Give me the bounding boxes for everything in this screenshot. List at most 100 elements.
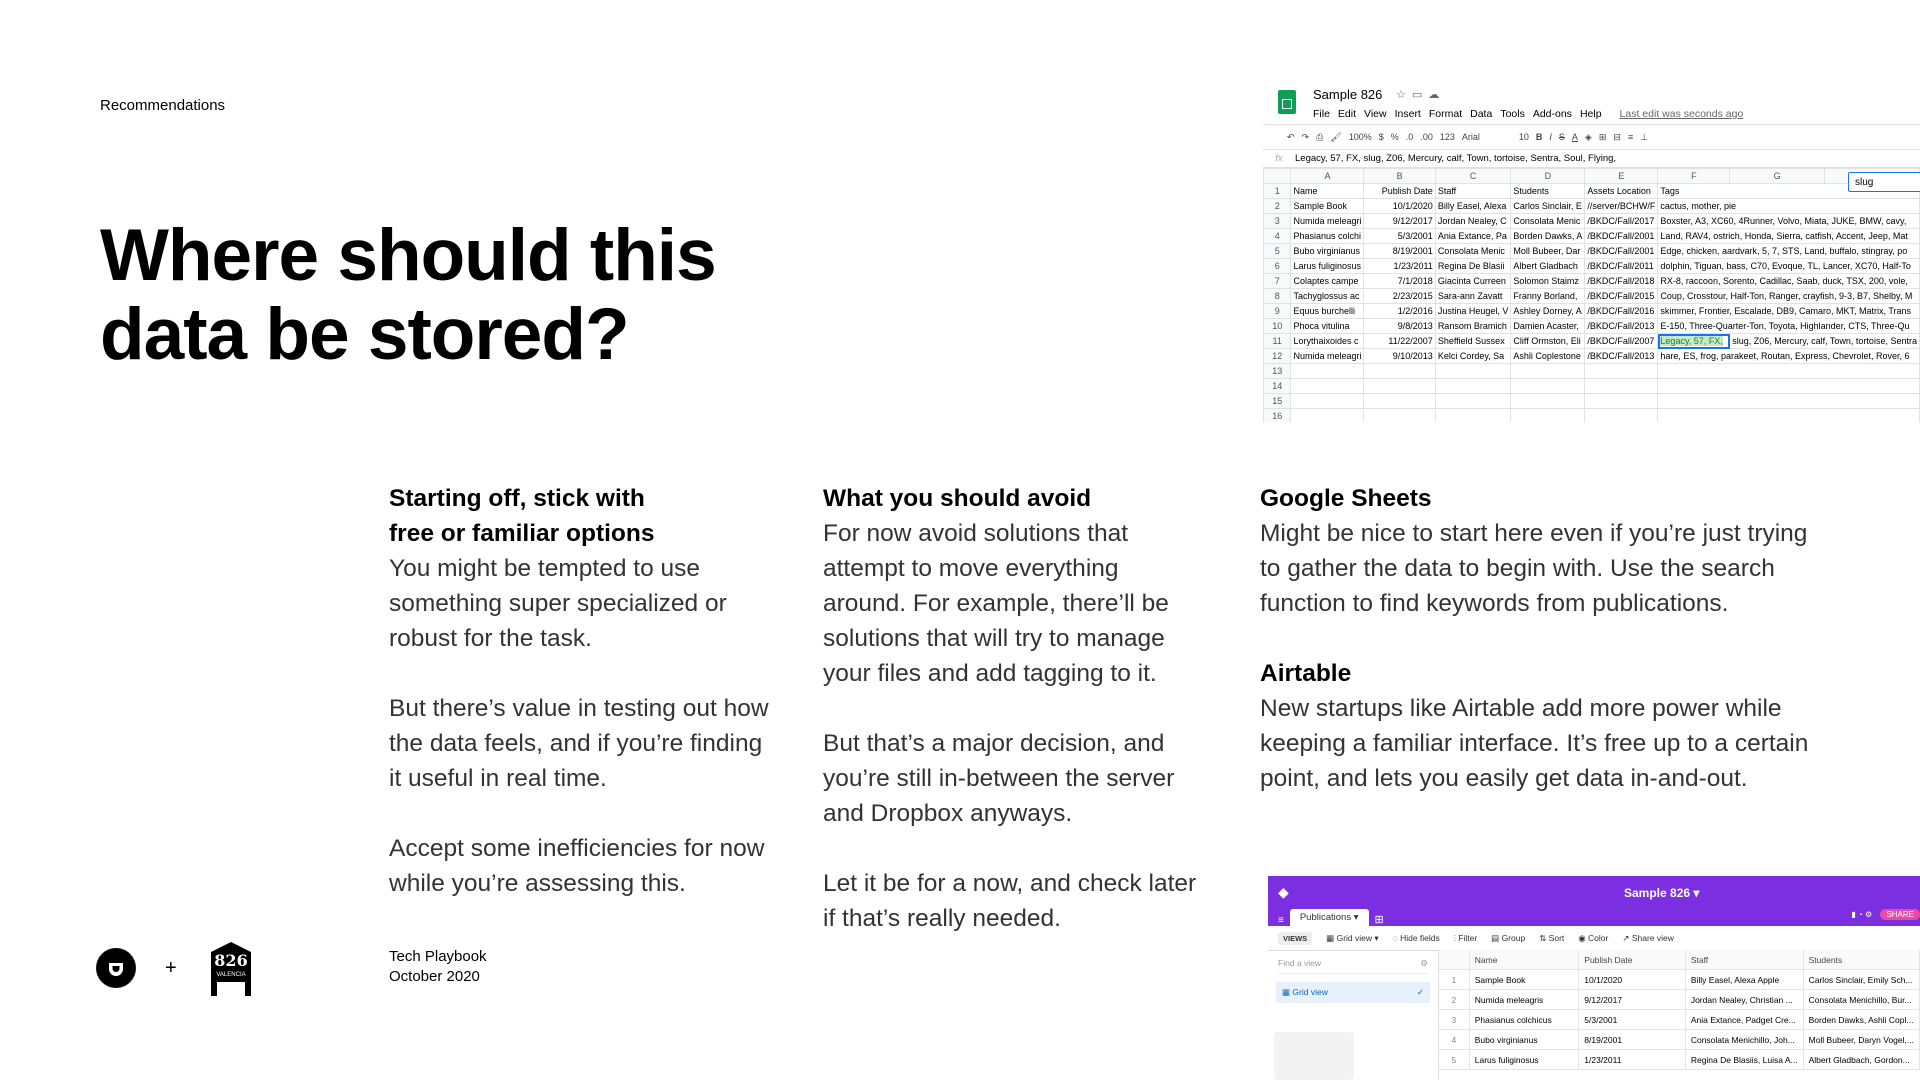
row-number[interactable]: 2 — [1439, 989, 1470, 1010]
record-cell[interactable]: Ania Extance, Padget Cre... — [1685, 1009, 1804, 1030]
strikethrough-icon[interactable]: S — [1559, 132, 1565, 142]
base-name[interactable]: Sample 826 ▾ — [1624, 886, 1699, 900]
paint-format-icon[interactable]: 🖌 — [1330, 132, 1341, 143]
sheet-cell[interactable]: /BKDC/Fall/2017 — [1584, 213, 1659, 229]
row-number[interactable]: 13 — [1263, 363, 1292, 379]
table-row[interactable]: 4 Bubo virginianus 8/19/2001 Consolata Meni… — [1439, 1029, 1920, 1050]
table-row[interactable]: 2 Numida meleagris 9/12/2017 Jordan Nealey,… — [1439, 989, 1920, 1010]
sheet-cell[interactable] — [1657, 378, 1920, 394]
table-row[interactable]: 5 Larus fuliginosus 1/23/2011 Regina De Bla… — [1439, 1049, 1920, 1070]
sheet-cell[interactable] — [1290, 393, 1365, 409]
sheet-cell[interactable]: Tachyglossus ac — [1290, 288, 1365, 304]
bold-icon[interactable]: B — [1536, 132, 1543, 142]
sheet-cell[interactable]: Jordan Nealey, C — [1434, 213, 1512, 229]
record-cell[interactable]: 5/3/2001 — [1578, 1009, 1686, 1030]
sheet-cell[interactable]: 10/1/2020 — [1363, 198, 1436, 214]
sheet-cell[interactable] — [1434, 408, 1512, 422]
row-number[interactable]: 16 — [1263, 408, 1292, 422]
menu-item[interactable]: Tools — [1500, 108, 1525, 120]
sheet-cell[interactable]: Sample Book — [1290, 198, 1365, 214]
menu-item[interactable]: Edit — [1338, 108, 1356, 120]
tab-publications[interactable]: Publications ▾ — [1289, 909, 1369, 926]
row-number[interactable]: 14 — [1263, 378, 1292, 394]
sheet-cell[interactable]: Ashley Dorney, A — [1510, 303, 1586, 319]
record-cell[interactable]: Phasianus colchicus — [1469, 1009, 1580, 1030]
menu-item[interactable]: Data — [1470, 108, 1492, 120]
column-header[interactable]: F — [1657, 168, 1731, 184]
borders-icon[interactable]: ⊞ — [1599, 132, 1607, 143]
sheet-cell[interactable]: Moll Bubeer, Dar — [1510, 243, 1586, 259]
sheet-cell[interactable]: Ransom Bramich — [1434, 318, 1512, 334]
record-cell[interactable]: Jordan Nealey, Christian ... — [1685, 989, 1804, 1010]
sheet-cell[interactable]: Publish Date — [1363, 183, 1436, 199]
sheet-cell[interactable]: Consolata Menic — [1434, 243, 1512, 259]
sheet-cell[interactable]: Borden Dawks, A — [1510, 228, 1586, 244]
sheet-cell[interactable]: Legacy, 57, FX, — [1657, 333, 1731, 349]
sheet-cell[interactable]: Bubo virginianus — [1290, 243, 1365, 259]
sheet-cell[interactable]: Carlos Sinclair, E — [1510, 198, 1586, 214]
row-number[interactable]: 4 — [1439, 1029, 1470, 1050]
font-size-select[interactable]: 10 — [1519, 132, 1529, 142]
sheet-cell[interactable]: Ashli Coplestone — [1510, 348, 1586, 364]
sheet-cell[interactable] — [1510, 363, 1586, 379]
record-cell[interactable]: Albert Gladbach, Gordon... — [1803, 1049, 1920, 1070]
percent-button[interactable]: % — [1391, 132, 1399, 142]
sheet-cell[interactable] — [1363, 393, 1436, 409]
menu-item[interactable]: Help — [1580, 108, 1602, 120]
find-view-input[interactable]: Find a view ⚙ — [1278, 958, 1428, 974]
record-cell[interactable]: Billy Easel, Alexa Apple — [1685, 969, 1804, 990]
sheet-cell[interactable]: Students — [1510, 183, 1586, 199]
help-icon[interactable]: ▮ — [1851, 910, 1855, 919]
sheet-cell[interactable]: Boxster, A3, XC60, 4Runner, Volvo, Miata… — [1657, 213, 1920, 229]
sheet-cell[interactable]: Phasianus colchi — [1290, 228, 1365, 244]
sheet-cell[interactable]: 9/10/2013 — [1363, 348, 1436, 364]
sheet-cell[interactable]: dolphin, Tiguan, bass, C70, Evoque, TL, … — [1657, 258, 1920, 274]
record-cell[interactable]: Numida meleagris — [1469, 989, 1580, 1010]
row-number[interactable]: 11 — [1263, 333, 1292, 349]
row-number[interactable]: 15 — [1263, 393, 1292, 409]
field-header[interactable] — [1439, 950, 1470, 970]
sheet-cell[interactable]: Ania Extance, Pa — [1434, 228, 1512, 244]
sheet-cell[interactable] — [1290, 408, 1365, 422]
sheet-cell[interactable] — [1510, 378, 1586, 394]
menu-item[interactable]: Format — [1429, 108, 1462, 120]
italic-icon[interactable]: I — [1549, 132, 1552, 142]
views-toggle[interactable]: VIEWS — [1278, 931, 1313, 945]
align-icon[interactable]: ≡ — [1628, 132, 1633, 142]
column-header[interactable]: B — [1363, 168, 1436, 184]
sheet-cell[interactable]: slug, Z06, Mercury, calf, Town, tortoise… — [1729, 333, 1920, 349]
sheet-cell[interactable] — [1584, 378, 1659, 394]
sheet-cell[interactable]: Edge, chicken, aardvark, 5, 7, STS, Land… — [1657, 243, 1920, 259]
record-cell[interactable]: 9/12/2017 — [1578, 989, 1686, 1010]
row-number[interactable]: 3 — [1263, 213, 1292, 229]
redo-icon[interactable]: ↷ — [1302, 132, 1310, 143]
sheet-cell[interactable]: Albert Gladbach — [1510, 258, 1586, 274]
fill-color-icon[interactable]: ◈ — [1585, 132, 1592, 143]
zoom-select[interactable]: 100% — [1349, 132, 1372, 142]
sheet-cell[interactable]: 1/23/2011 — [1363, 258, 1436, 274]
row-number[interactable]: 8 — [1263, 288, 1292, 304]
menu-item[interactable]: Add-ons — [1533, 108, 1572, 120]
sheet-cell[interactable]: 11/22/2007 — [1363, 333, 1436, 349]
sheet-cell[interactable]: 2/23/2015 — [1363, 288, 1436, 304]
sheet-cell[interactable]: /BKDC/Fall/2015 — [1584, 288, 1659, 304]
column-header[interactable]: D — [1510, 168, 1586, 184]
increase-decimal-button[interactable]: .00 — [1420, 132, 1433, 142]
sheet-cell[interactable] — [1584, 393, 1659, 409]
field-header[interactable]: Publish Date — [1578, 950, 1686, 970]
sheet-cell[interactable]: Equus burchelli — [1290, 303, 1365, 319]
row-number[interactable]: 3 — [1439, 1009, 1470, 1030]
sheet-cell[interactable]: skimmer, Frontier, Escalade, DB9, Camaro… — [1657, 303, 1920, 319]
record-cell[interactable]: Moll Bubeer, Daryn Vogel,... — [1803, 1029, 1920, 1050]
sheet-cell[interactable]: Justina Heugel, V — [1434, 303, 1512, 319]
sheet-cell[interactable]: Numida meleagri — [1290, 348, 1365, 364]
sheet-cell[interactable]: Sheffield Sussex — [1434, 333, 1512, 349]
sheet-cell[interactable] — [1510, 408, 1586, 422]
record-cell[interactable]: 10/1/2020 — [1578, 969, 1686, 990]
sheet-cell[interactable] — [1657, 393, 1920, 409]
sheet-cell[interactable]: Kelci Cordey, Sa — [1434, 348, 1512, 364]
sheet-cell[interactable]: Name — [1290, 183, 1365, 199]
menu-item[interactable]: Insert — [1395, 108, 1421, 120]
share-view-button[interactable]: ↗ Share view — [1622, 933, 1674, 944]
row-number[interactable]: 1 — [1263, 183, 1292, 199]
